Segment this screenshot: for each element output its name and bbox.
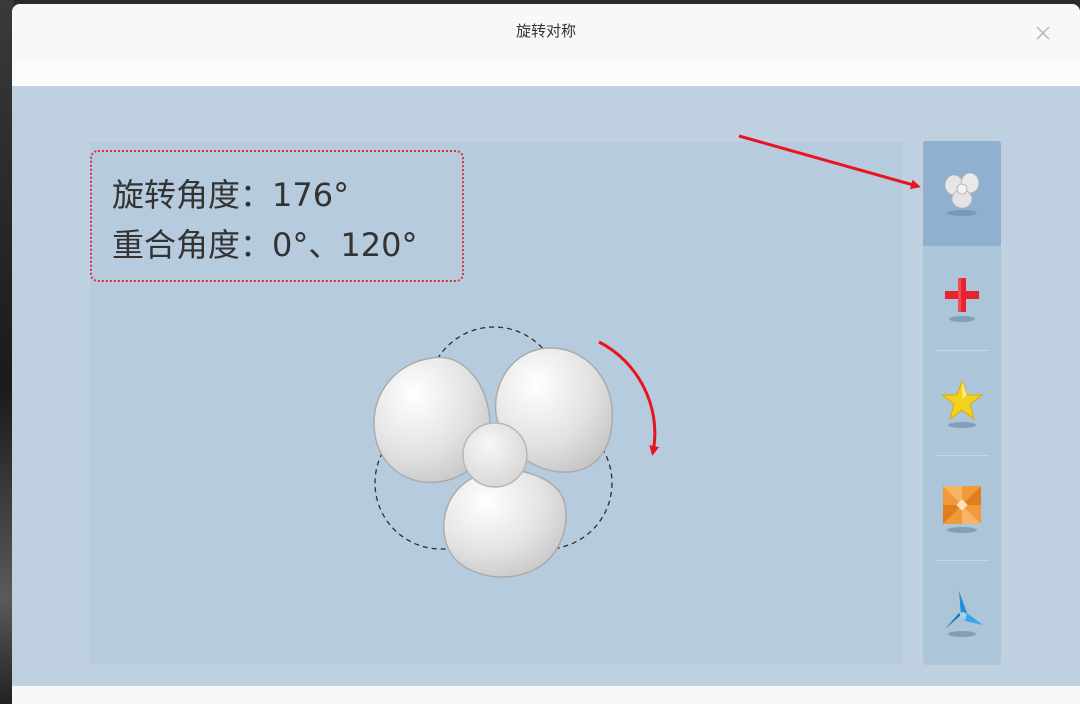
close-icon bbox=[1036, 26, 1050, 40]
blue-triblade-icon bbox=[945, 591, 983, 637]
dialog-footer bbox=[12, 686, 1080, 704]
shape-button-cross[interactable] bbox=[923, 246, 1001, 351]
rotation-symmetry-dialog: 旋转对称 旋转角度：176° 重合角度：0°、120° bbox=[12, 4, 1080, 704]
toolbar-strip bbox=[12, 60, 1080, 86]
overlap-angle-text: 重合角度：0°、120° bbox=[112, 226, 418, 264]
title-bar: 旋转对称 bbox=[12, 4, 1080, 60]
red-cross-icon bbox=[945, 278, 979, 322]
shape-selector-panel bbox=[923, 141, 1001, 665]
close-button[interactable] bbox=[1030, 20, 1056, 46]
rotation-angle-text: 旋转角度：176° bbox=[112, 176, 350, 214]
info-box: 旋转角度：176° 重合角度：0°、120° bbox=[90, 150, 464, 282]
shape-button-triblade[interactable] bbox=[923, 561, 1001, 665]
dialog-title: 旋转对称 bbox=[515, 22, 576, 40]
shape-button-star[interactable] bbox=[923, 351, 1001, 456]
shape-button-pinwheel[interactable] bbox=[923, 456, 1001, 561]
yellow-star-icon bbox=[940, 379, 984, 428]
content-area: 旋转角度：176° 重合角度：0°、120° bbox=[12, 86, 1080, 686]
orange-pinwheel-icon bbox=[943, 486, 981, 533]
shape-button-fan[interactable] bbox=[923, 141, 1001, 246]
fan-icon bbox=[944, 172, 980, 216]
